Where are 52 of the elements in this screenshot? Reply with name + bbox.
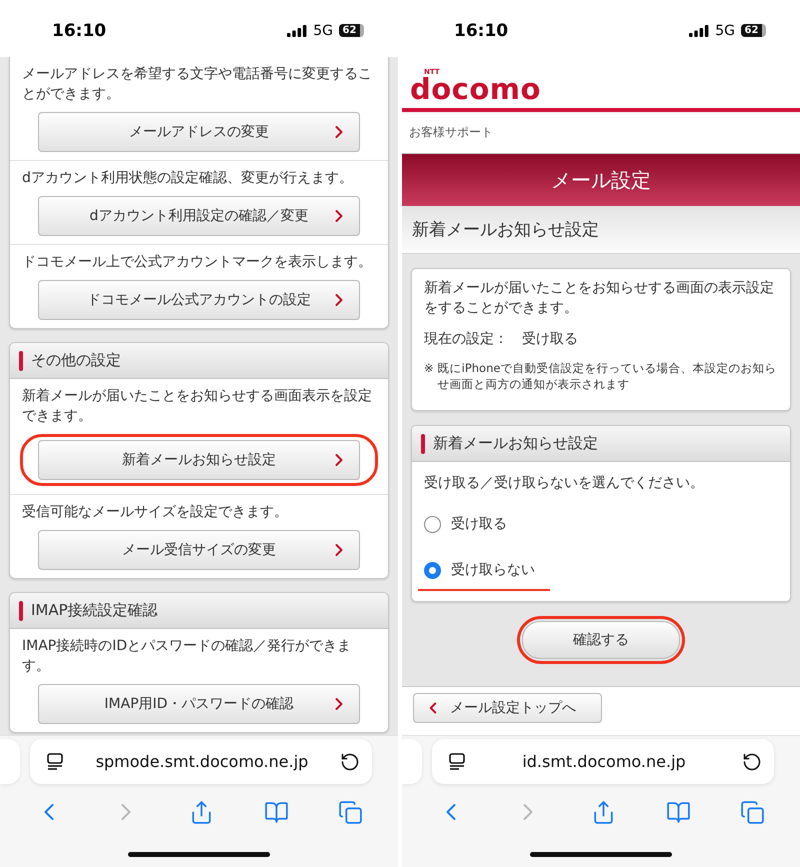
radio-button[interactable]	[424, 562, 441, 578]
nav-button[interactable]: dアカウント利用設定の確認／変更	[38, 196, 360, 236]
nav-button[interactable]: メールアドレスの変更	[38, 112, 360, 152]
address-bar[interactable]: id.smt.docomo.ne.jp	[432, 739, 774, 784]
address-bar[interactable]: spmode.smt.docomo.ne.jp	[30, 739, 372, 784]
breadcrumb-link[interactable]: お客様サポート	[409, 124, 493, 141]
reload-icon[interactable]	[742, 752, 762, 772]
reload-icon[interactable]	[340, 752, 360, 772]
url-text: id.smt.docomo.ne.jp	[522, 752, 686, 771]
network-type: 5G	[313, 22, 333, 38]
section-description: 受信可能なメールサイズを設定できます。	[22, 503, 289, 522]
section-description: ドコモメール上で公式アカウントマークを表示します。	[22, 253, 373, 272]
note-mark: ※	[424, 360, 434, 377]
signal-icon	[689, 24, 710, 36]
page-menu-icon[interactable]	[46, 753, 64, 770]
nav-button[interactable]: メール受信サイズの変更	[38, 530, 360, 570]
battery-level: 62	[741, 24, 766, 37]
section-description: メールアドレスを希望する文字や電話番号に変更することができます。	[22, 65, 373, 104]
network-type: 5G	[715, 22, 735, 38]
current-setting: 現在の設定： 受け取る	[424, 330, 579, 349]
status-time: 16:10	[52, 20, 106, 40]
book-icon[interactable]	[666, 800, 691, 824]
status-time: 16:10	[454, 20, 508, 40]
section-description: 新着メールが届いたことをお知らせする画面表示を設定できます。	[22, 387, 373, 426]
book-icon[interactable]	[264, 800, 289, 824]
page-menu-icon[interactable]	[448, 753, 466, 770]
radio-option[interactable]: 受け取らない	[418, 551, 550, 591]
section-description: IMAP接続時のIDとパスワードの確認／発行ができます。	[22, 637, 352, 676]
confirm-button[interactable]: 確認する	[522, 621, 680, 659]
card-title: 新着メールお知らせ設定	[433, 434, 598, 453]
accent-bar	[19, 600, 23, 620]
accent-bar	[421, 434, 425, 454]
page-title: メール設定	[551, 166, 651, 194]
accent-bar	[19, 350, 23, 370]
back-link-button[interactable]: メール設定トップへ	[413, 693, 602, 723]
url-text: spmode.smt.docomo.ne.jp	[96, 752, 308, 771]
radio-button[interactable]	[424, 516, 441, 532]
note-text: 既にiPhoneで自動受信設定を行っている場合、本設定のお知らせ画面と両方の通知が表示されます	[438, 360, 778, 392]
card-title: IMAP接続設定確認	[31, 601, 158, 620]
card-title: その他の設定	[31, 351, 121, 370]
radio-option[interactable]: 受け取る	[418, 505, 550, 545]
tabs-icon[interactable]	[338, 800, 364, 824]
section-description: dアカウント利用状態の設定確認、変更が行えます。	[22, 169, 354, 188]
tabs-icon[interactable]	[740, 800, 766, 824]
signal-icon	[287, 24, 308, 36]
section-title: 新着メールお知らせ設定	[412, 219, 599, 241]
info-description: 新着メールが届いたことをお知らせする画面の表示設定をすることができます。	[424, 279, 775, 318]
battery-level: 62	[339, 24, 364, 37]
nav-button[interactable]: IMAP用ID・パスワードの確認	[38, 684, 360, 724]
option-prompt: 受け取る／受け取らないを選んでください。	[424, 474, 705, 493]
nav-button[interactable]: ドコモメール公式アカウントの設定	[38, 280, 360, 320]
nav-button[interactable]: 新着メールお知らせ設定	[38, 440, 360, 480]
